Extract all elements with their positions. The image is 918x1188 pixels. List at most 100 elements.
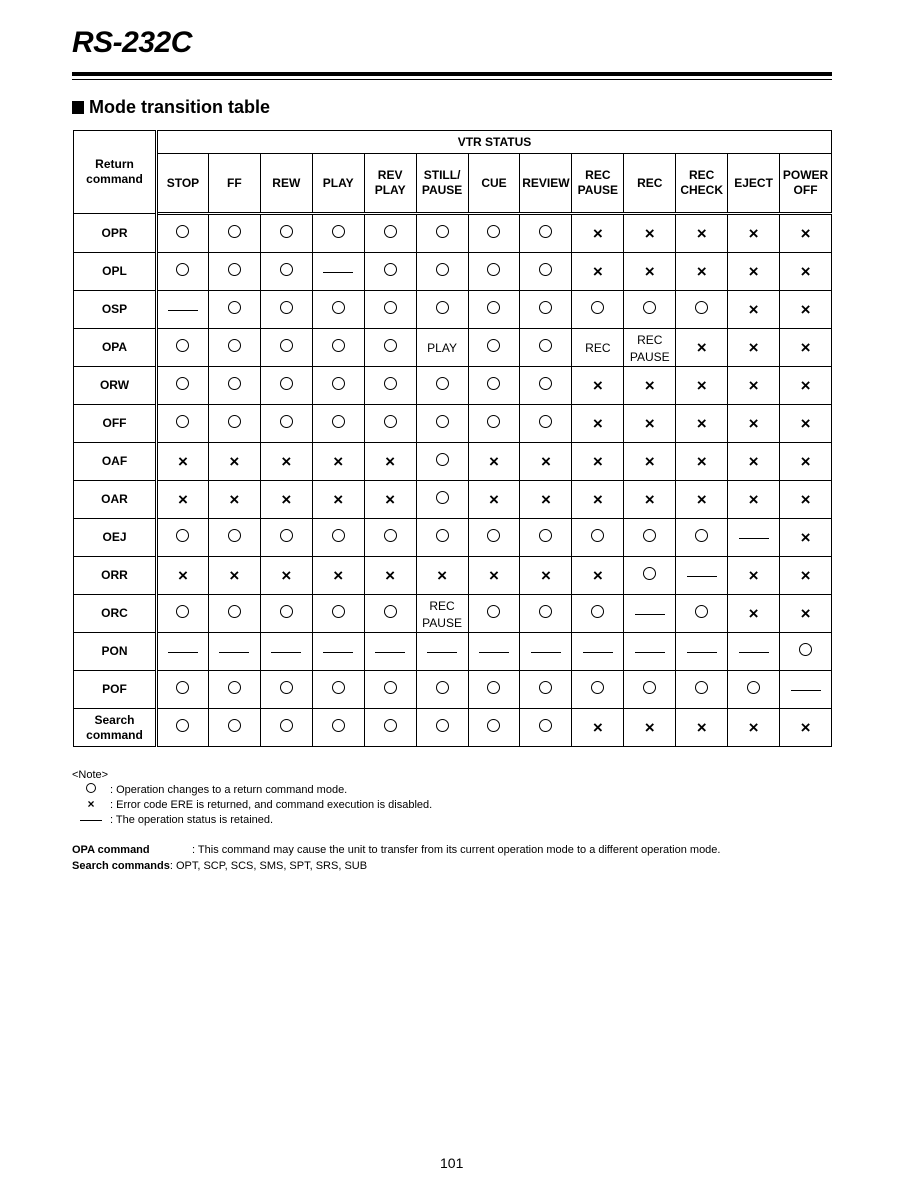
status-cell (259, 594, 313, 633)
circle-icon (383, 225, 397, 238)
column-header: PLAY (311, 153, 365, 215)
cross-icon: × (592, 489, 603, 509)
circle-icon (176, 263, 190, 276)
status-cell (727, 670, 781, 709)
note-item: : The operation status is retained. (72, 813, 432, 828)
table-row: OSP × × (73, 290, 832, 329)
status-cell (675, 290, 729, 329)
header-line: CUE (481, 175, 507, 190)
status-cell: × (571, 442, 625, 481)
header-line: REW (272, 175, 301, 190)
circle-icon (487, 301, 501, 314)
circle-icon (435, 453, 449, 466)
status-cell (519, 366, 573, 405)
status-cell (727, 518, 781, 557)
vtr-status-header: VTR STATUS (156, 130, 832, 154)
command-line: command (86, 727, 143, 742)
status-cell (156, 290, 209, 329)
status-cell (207, 632, 261, 671)
cross-icon: × (748, 489, 759, 509)
circle-icon (539, 719, 553, 732)
command-line: Search (94, 712, 135, 727)
header-rule-thick (72, 72, 832, 76)
definition-text: : OPT, SCP, SCS, SMS, SPT, SRS, SUB (169, 860, 368, 872)
status-cell: × (156, 442, 209, 481)
table-row: OAR × × × × × × × × × × × × (73, 480, 832, 519)
status-cell (571, 518, 625, 557)
status-cell (363, 518, 417, 557)
status-cell (207, 708, 261, 747)
status-cell (415, 290, 469, 329)
circle-icon (331, 415, 345, 428)
status-cell: × (571, 556, 625, 595)
dash-icon (634, 613, 665, 615)
status-cell (259, 708, 313, 747)
return-command-cell: ORC (73, 594, 158, 633)
cross-icon: × (696, 223, 707, 243)
cross-icon: × (748, 717, 759, 737)
cross-icon: × (229, 489, 240, 509)
status-cell (311, 670, 365, 709)
status-cell (156, 328, 209, 367)
circle-icon (435, 263, 449, 276)
status-cell (623, 290, 677, 329)
status-cell (675, 670, 729, 709)
status-cell: × (727, 213, 781, 253)
dash-icon (271, 651, 302, 653)
dash-icon (686, 575, 717, 577)
column-header: REC PAUSE (571, 153, 625, 215)
status-cell: REC PAUSE (415, 594, 469, 633)
command-line: OEJ (102, 530, 127, 544)
cross-icon: × (644, 717, 655, 737)
circle-icon (176, 339, 190, 352)
table-row: OPL × × × × × (73, 252, 832, 291)
status-cell: × (727, 328, 781, 367)
circle-icon (591, 529, 605, 542)
mode-text: PLAY (427, 341, 457, 355)
dash-icon (738, 651, 769, 653)
definition-term: OPA command (72, 844, 150, 856)
cross-icon: × (696, 717, 707, 737)
dash-icon (375, 651, 406, 653)
status-cell: × (363, 442, 417, 481)
circle-icon (279, 339, 293, 352)
header-line: REC (585, 168, 611, 182)
status-cell: × (779, 556, 832, 595)
circle-icon (383, 719, 397, 732)
cross-icon: × (644, 413, 655, 433)
status-cell (259, 670, 313, 709)
status-cell: × (779, 594, 832, 633)
header-line: FF (227, 175, 242, 190)
status-cell (623, 556, 677, 595)
status-cell (519, 670, 573, 709)
dash-icon (323, 651, 354, 653)
status-cell (259, 290, 313, 329)
header-line: PLAY (374, 183, 406, 197)
note-text: : Error code ERE is returned, and comman… (110, 799, 433, 811)
cross-icon: × (748, 337, 759, 357)
return-command-cell: OPA (73, 328, 158, 367)
command-line: OPL (102, 264, 127, 278)
cross-icon: × (592, 223, 603, 243)
table-row: ORR × × × × × × × × × × × (73, 556, 832, 595)
circle-icon (643, 529, 657, 542)
status-cell: × (727, 708, 781, 747)
table-row: OAF × × × × × × × × × × × × (73, 442, 832, 481)
mode-transition-table: Return command VTR STATUS STOP FF REW PLAY R… (73, 130, 832, 747)
status-cell: × (727, 404, 781, 443)
return-command-header: Return command (73, 130, 158, 214)
column-header: CUE (467, 153, 521, 215)
circle-icon (331, 301, 345, 314)
status-cell (415, 442, 469, 481)
circle-icon (176, 225, 190, 238)
command-line: OPR (101, 225, 128, 240)
cross-icon: × (748, 413, 759, 433)
header-line: REC (689, 168, 715, 182)
circle-icon (279, 605, 293, 618)
status-cell (207, 518, 261, 557)
circle-icon (487, 529, 501, 542)
status-cell (207, 594, 261, 633)
circle-icon (539, 681, 553, 694)
status-cell: × (623, 480, 677, 519)
cross-icon: × (800, 489, 811, 509)
